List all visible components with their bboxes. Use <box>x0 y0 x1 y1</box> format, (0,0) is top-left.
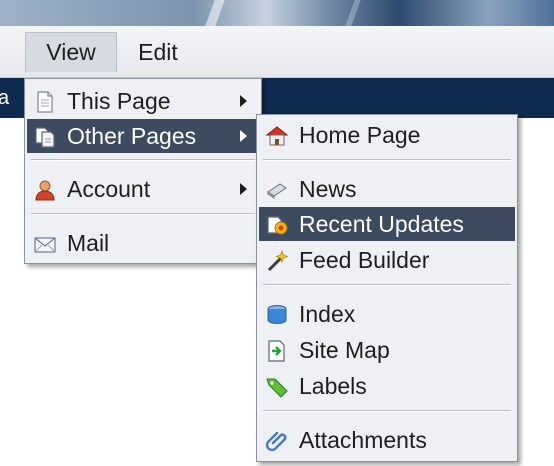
menu-item-label: Site Map <box>299 337 390 363</box>
submenu-arrow-icon <box>240 95 247 107</box>
other-pages-submenu: Home Page News Recent Updates Feed Build… <box>256 114 518 462</box>
labels-icon <box>265 375 289 399</box>
user-icon <box>33 178 57 202</box>
menu-separator <box>263 284 511 286</box>
menu-item-feed-builder[interactable]: Feed Builder <box>259 243 515 277</box>
submenu-arrow-icon <box>240 183 247 195</box>
menu-item-account[interactable]: Account <box>27 172 259 206</box>
attachments-icon <box>265 429 289 453</box>
menu-item-label: Recent Updates <box>299 211 464 237</box>
menu-item-labels[interactable]: Labels <box>259 369 515 403</box>
page-icon <box>33 90 57 114</box>
menu-item-other-pages[interactable]: Other Pages <box>27 119 259 153</box>
menu-item-home-page[interactable]: Home Page <box>259 118 515 152</box>
menu-item-label: Labels <box>299 373 367 399</box>
menu-separator <box>263 410 511 412</box>
menu-item-this-page[interactable]: This Page <box>27 84 259 118</box>
menu-item-recent-updates[interactable]: Recent Updates <box>259 207 515 241</box>
menu-item-label: This Page <box>67 88 171 114</box>
menu-item-label: Home Page <box>299 122 421 148</box>
edit-menu-button[interactable]: Edit <box>124 32 192 72</box>
menu-bar: View Edit <box>0 26 554 78</box>
menu-item-label: Attachments <box>299 427 427 453</box>
recent-updates-icon <box>265 213 289 237</box>
view-menu-label: View <box>46 39 96 65</box>
menu-item-label: Mail <box>67 230 110 256</box>
menu-item-label: News <box>299 176 357 202</box>
menu-item-index[interactable]: Index <box>259 297 515 331</box>
menu-item-attachments[interactable]: Attachments <box>259 423 515 457</box>
menu-item-site-map[interactable]: Site Map <box>259 333 515 367</box>
navbar-text: a <box>0 87 10 109</box>
news-icon <box>265 178 289 202</box>
menu-item-label: Other Pages <box>67 123 197 149</box>
menu-separator <box>31 159 255 161</box>
submenu-arrow-icon <box>240 130 247 142</box>
menu-item-label: Feed Builder <box>299 247 430 273</box>
feed-builder-icon <box>265 249 289 273</box>
edit-menu-label: Edit <box>138 38 178 65</box>
menu-separator <box>31 213 255 215</box>
mail-icon <box>33 232 57 256</box>
menu-item-label: Index <box>299 301 356 327</box>
menu-item-news[interactable]: News <box>259 172 515 206</box>
site-map-icon <box>265 339 289 363</box>
view-menu-button[interactable]: View <box>25 32 117 72</box>
index-icon <box>265 303 289 327</box>
menu-item-mail[interactable]: Mail <box>27 226 259 260</box>
home-icon <box>265 124 289 148</box>
view-menu: This Page Other Pages Account Mail <box>24 78 262 264</box>
menu-separator <box>263 159 511 161</box>
pages-icon <box>33 125 57 149</box>
header-banner-image <box>0 0 554 26</box>
menu-item-label: Account <box>67 176 151 202</box>
